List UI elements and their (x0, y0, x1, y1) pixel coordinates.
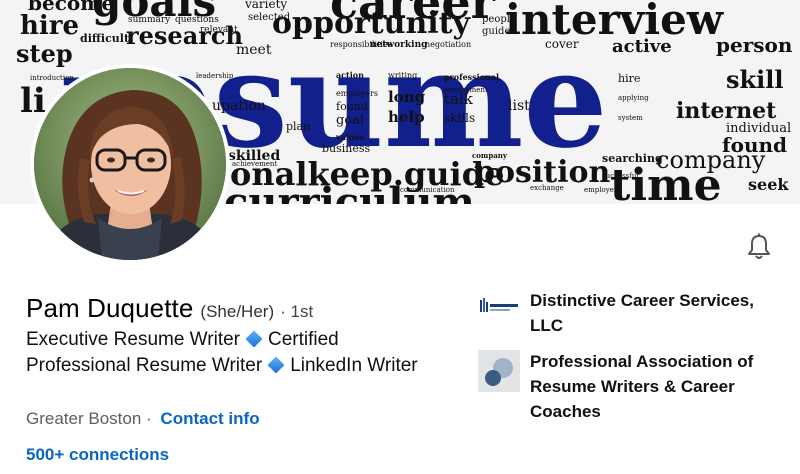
location-separator: · (146, 409, 152, 428)
svg-text:help: help (388, 108, 425, 126)
profile-location: Greater Boston (26, 409, 142, 428)
connections-link[interactable]: 500+ connections (26, 445, 169, 465)
svg-text:leadership: leadership (196, 72, 234, 80)
svg-text:person: person (716, 33, 793, 57)
org-name: Professional Association of Resume Write… (530, 352, 754, 421)
svg-text:plan: plan (286, 120, 310, 133)
svg-text:employer: employer (584, 186, 618, 194)
bell-icon[interactable] (744, 232, 774, 262)
svg-text:long: long (388, 88, 426, 106)
profile-name-row: Pam Duquette (She/Her) · 1st (26, 293, 313, 324)
svg-text:time: time (610, 160, 722, 204)
svg-text:found: found (336, 100, 368, 113)
profile-headline: Executive Resume Writer Certified Profess… (26, 327, 446, 379)
svg-text:curriculum: curriculum (224, 179, 475, 204)
svg-text:action: action (336, 70, 364, 80)
profile-avatar[interactable] (30, 64, 230, 264)
svg-text:achievement: achievement (232, 160, 277, 168)
connection-degree: · 1st (280, 302, 314, 321)
svg-text:system: system (618, 114, 643, 122)
headline-part-3: LinkedIn Writer (290, 355, 418, 376)
svg-text:goal: goal (336, 113, 364, 128)
location-row: Greater Boston · Contact info (26, 409, 260, 429)
svg-text:business: business (322, 142, 371, 155)
svg-text:active: active (612, 36, 672, 57)
svg-text:list: list (508, 98, 530, 114)
parw-logo-icon (478, 350, 520, 392)
profile-name: Pam Duquette (26, 293, 194, 323)
svg-text:exchange: exchange (530, 184, 564, 192)
diamond-icon (245, 330, 263, 348)
contact-info-link[interactable]: Contact info (160, 409, 259, 428)
profile-pronouns: (She/Her) (200, 302, 275, 321)
svg-text:upation: upation (212, 98, 266, 114)
svg-text:applying: applying (618, 94, 649, 102)
svg-text:writing: writing (388, 71, 417, 80)
svg-text:employers: employers (336, 89, 378, 98)
org-item-distinctive[interactable]: Distinctive Career Services, LLC (478, 290, 790, 338)
svg-text:hire: hire (618, 72, 640, 85)
svg-text:seek: seek (748, 175, 789, 194)
headline-part-1: Executive Resume Writer (26, 329, 240, 350)
svg-text:skills: skills (444, 111, 475, 125)
org-item-parw[interactable]: Professional Association of Resume Write… (478, 350, 790, 424)
svg-text:professional: professional (444, 72, 499, 82)
svg-text:introduction: introduction (30, 74, 74, 82)
svg-text:talk: talk (444, 90, 474, 108)
svg-text:skill: skill (726, 65, 784, 94)
org-name: Distinctive Career Services, LLC (530, 291, 754, 335)
svg-text:values: values (335, 132, 365, 142)
distinctive-logo-icon (478, 290, 520, 332)
diamond-icon (267, 356, 285, 374)
